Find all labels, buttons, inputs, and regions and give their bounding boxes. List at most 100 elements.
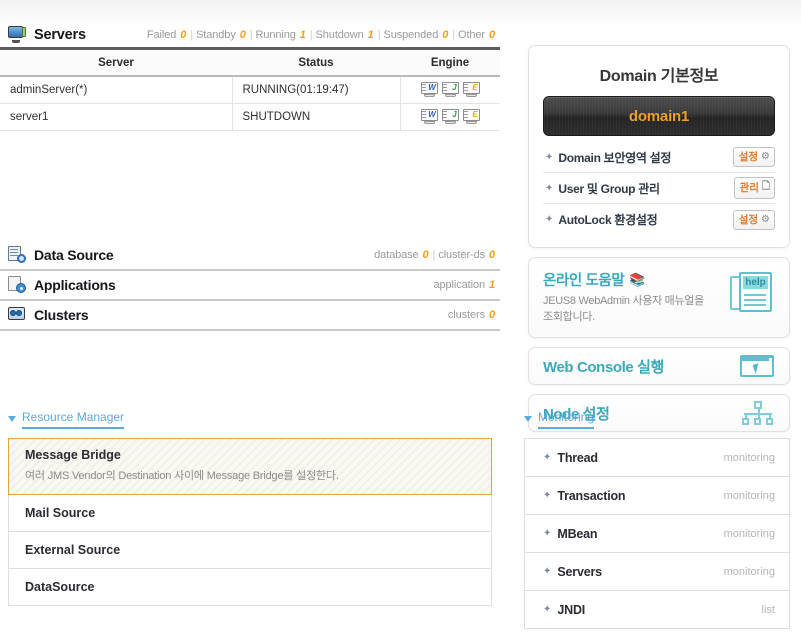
- resource-manager-header[interactable]: Resource Manager: [8, 410, 492, 433]
- page-title: Domain 기본정보: [599, 68, 719, 85]
- cell-server-engines: W J E: [400, 103, 500, 131]
- monitoring-item-label: MBean: [557, 526, 598, 541]
- resource-manager-list: Message Bridge 여러 JMS Vendor의 Destinatio…: [8, 438, 492, 606]
- domain-row-user-group[interactable]: ✦ User 및 Group 관리 관리 🗋: [543, 173, 775, 204]
- monitoring-item-action[interactable]: monitoring: [724, 452, 775, 464]
- list-item[interactable]: Mail Source: [8, 494, 492, 532]
- monitoring-item-action[interactable]: monitoring: [724, 566, 775, 578]
- online-help-label: 온라인 도움말: [543, 273, 625, 289]
- applications-title: Applications: [34, 276, 116, 293]
- domain-row-label: Domain 보안영역 설정: [558, 150, 672, 165]
- cell-server-name[interactable]: adminServer(*): [0, 76, 233, 104]
- domain-row-label: User 및 Group 관리: [558, 181, 660, 196]
- chevron-down-icon[interactable]: [524, 415, 532, 422]
- column-header-server[interactable]: Server: [0, 50, 232, 77]
- chevron-down-icon[interactable]: [8, 415, 16, 422]
- button-label: 설정: [738, 213, 759, 226]
- domain-name-chip[interactable]: domain1: [543, 96, 775, 136]
- diamond-bullet-icon: ✦: [543, 452, 552, 463]
- diamond-bullet-icon: ✦: [543, 604, 552, 615]
- cell-server-status: SHUTDOWN: [232, 103, 401, 131]
- list-item[interactable]: Message Bridge 여러 JMS Vendor의 Destinatio…: [8, 438, 492, 495]
- monitoring-item-label: Transaction: [557, 488, 626, 503]
- web-engine-icon[interactable]: W: [420, 109, 438, 124]
- column-header-engine[interactable]: Engine: [400, 50, 500, 77]
- jms-engine-icon[interactable]: E: [462, 109, 480, 124]
- security-settings-button[interactable]: 설정 ⚙: [732, 147, 775, 167]
- monitoring-item-servers[interactable]: ✦ Servers monitoring: [524, 552, 790, 591]
- diamond-bullet-icon: ✦: [545, 214, 554, 225]
- diamond-bullet-icon: ✦: [543, 528, 552, 539]
- online-help-desc: JEUS8 WebAdmin 사용자 매뉴얼을 조회합니다.: [543, 295, 704, 323]
- autolock-settings-button[interactable]: 설정 ⚙: [732, 209, 775, 230]
- diamond-bullet-icon: ✦: [543, 490, 552, 501]
- diamond-bullet-icon: ✦: [543, 566, 552, 577]
- table-header-row: Server Status Engine: [0, 50, 500, 77]
- data-source-title: Data Source: [34, 246, 114, 263]
- section-data-source[interactable]: Data Source database 0 | cluster-ds 0: [0, 241, 500, 271]
- button-label: 설정: [738, 151, 759, 163]
- diamond-bullet-icon: ✦: [545, 151, 554, 163]
- applications-icon: [8, 276, 26, 293]
- cell-server-name[interactable]: server1: [0, 103, 233, 131]
- monitoring-item-action[interactable]: monitoring: [724, 490, 775, 502]
- list-item[interactable]: DataSource: [8, 568, 492, 606]
- table-empty-area: [0, 131, 500, 241]
- list-item-label: Message Bridge: [25, 448, 121, 462]
- web-console-label: Web Console 실행: [543, 358, 664, 376]
- data-source-icon: [8, 246, 26, 263]
- servers-section-header: Servers Failed 0 | Standby 0 | Running 1 | Shu…: [0, 22, 500, 50]
- domain-info-panel: Domain 기본정보 domain1 ✦ Domain 보안영역 설정 설정 …: [528, 45, 790, 248]
- gear-icon: ⚙: [761, 213, 770, 225]
- gear-icon: ⚙: [761, 151, 770, 162]
- clusters-icon: [8, 306, 26, 323]
- clusters-stats: clusters 0: [447, 308, 495, 321]
- monitoring-title: Monitoring: [538, 410, 595, 429]
- list-item[interactable]: External Source: [8, 531, 492, 569]
- data-source-stats: database 0 | cluster-ds 0: [374, 248, 495, 261]
- online-help-panel[interactable]: 온라인 도움말 📚 JEUS8 WebAdmin 사용자 매뉴얼을 조회합니다.…: [528, 257, 790, 338]
- left-column: Servers Failed 0 | Standby 0 | Running 1 | Shu…: [0, 0, 500, 643]
- monitoring-item-label: Servers: [557, 564, 602, 579]
- button-label: 관리: [739, 182, 759, 194]
- monitoring-item-label: Thread: [557, 450, 598, 465]
- help-icon-text: help: [743, 276, 768, 289]
- column-header-status[interactable]: Status: [232, 50, 400, 77]
- web-engine-icon[interactable]: W: [420, 82, 438, 98]
- user-group-manage-button[interactable]: 관리 🗋: [733, 177, 775, 199]
- section-clusters[interactable]: Clusters clusters 0: [0, 301, 500, 331]
- monitoring-item-thread[interactable]: ✦ Thread monitoring: [524, 438, 790, 477]
- jms-engine-icon[interactable]: E: [462, 82, 480, 98]
- monitoring-item-mbean[interactable]: ✦ MBean monitoring: [524, 514, 790, 553]
- monitoring-item-action[interactable]: list: [762, 604, 775, 616]
- ejb-engine-icon[interactable]: J: [441, 82, 459, 98]
- ejb-engine-icon[interactable]: J: [441, 109, 459, 124]
- monitoring-item-jndi[interactable]: ✦ JNDI list: [524, 590, 790, 629]
- web-console-icon: [740, 353, 776, 379]
- list-item-label: Mail Source: [25, 506, 96, 520]
- diamond-bullet-icon: ✦: [545, 182, 554, 194]
- cell-server-engines: W J E: [400, 76, 500, 104]
- applications-stats: application 1: [433, 278, 496, 291]
- domain-name: domain1: [628, 107, 690, 125]
- web-console-launch-button[interactable]: Web Console 실행: [528, 347, 790, 385]
- table-row[interactable]: server1 SHUTDOWN W J E: [0, 103, 500, 131]
- monitoring-header[interactable]: Monitoring: [524, 410, 790, 433]
- right-column: Domain 기본정보 domain1 ✦ Domain 보안영역 설정 설정 …: [524, 0, 790, 629]
- cell-server-status: RUNNING(01:19:47): [232, 76, 401, 104]
- section-applications[interactable]: Applications application 1: [0, 271, 500, 301]
- servers-table: Server Status Engine adminServer(*) RUNN…: [0, 50, 500, 131]
- monitoring-item-action[interactable]: monitoring: [724, 528, 775, 540]
- dashboard-page: Servers Failed 0 | Standby 0 | Running 1 | Shu…: [0, 0, 801, 643]
- domain-row-security[interactable]: ✦ Domain 보안영역 설정 설정 ⚙: [543, 142, 775, 173]
- table-row[interactable]: adminServer(*) RUNNING(01:19:47) W J E: [0, 76, 500, 104]
- monitoring-item-transaction[interactable]: ✦ Transaction monitoring: [524, 476, 790, 515]
- monitoring-group: Monitoring ✦ Thread monitoring ✦ Transac…: [524, 410, 790, 629]
- servers-stats: Failed 0 | Standby 0 | Running 1 | Shutdown 1 |…: [146, 28, 495, 41]
- books-icon: 📚: [629, 271, 646, 287]
- servers-title: Servers: [34, 26, 86, 43]
- list-item-label: External Source: [25, 543, 121, 557]
- domain-row-autolock[interactable]: ✦ AutoLock 환경설정 설정 ⚙: [543, 204, 775, 235]
- list-item-desc: 여러 JMS Vendor의 Destination 사이에 Message B…: [25, 470, 339, 482]
- list-item-label: DataSource: [25, 580, 95, 594]
